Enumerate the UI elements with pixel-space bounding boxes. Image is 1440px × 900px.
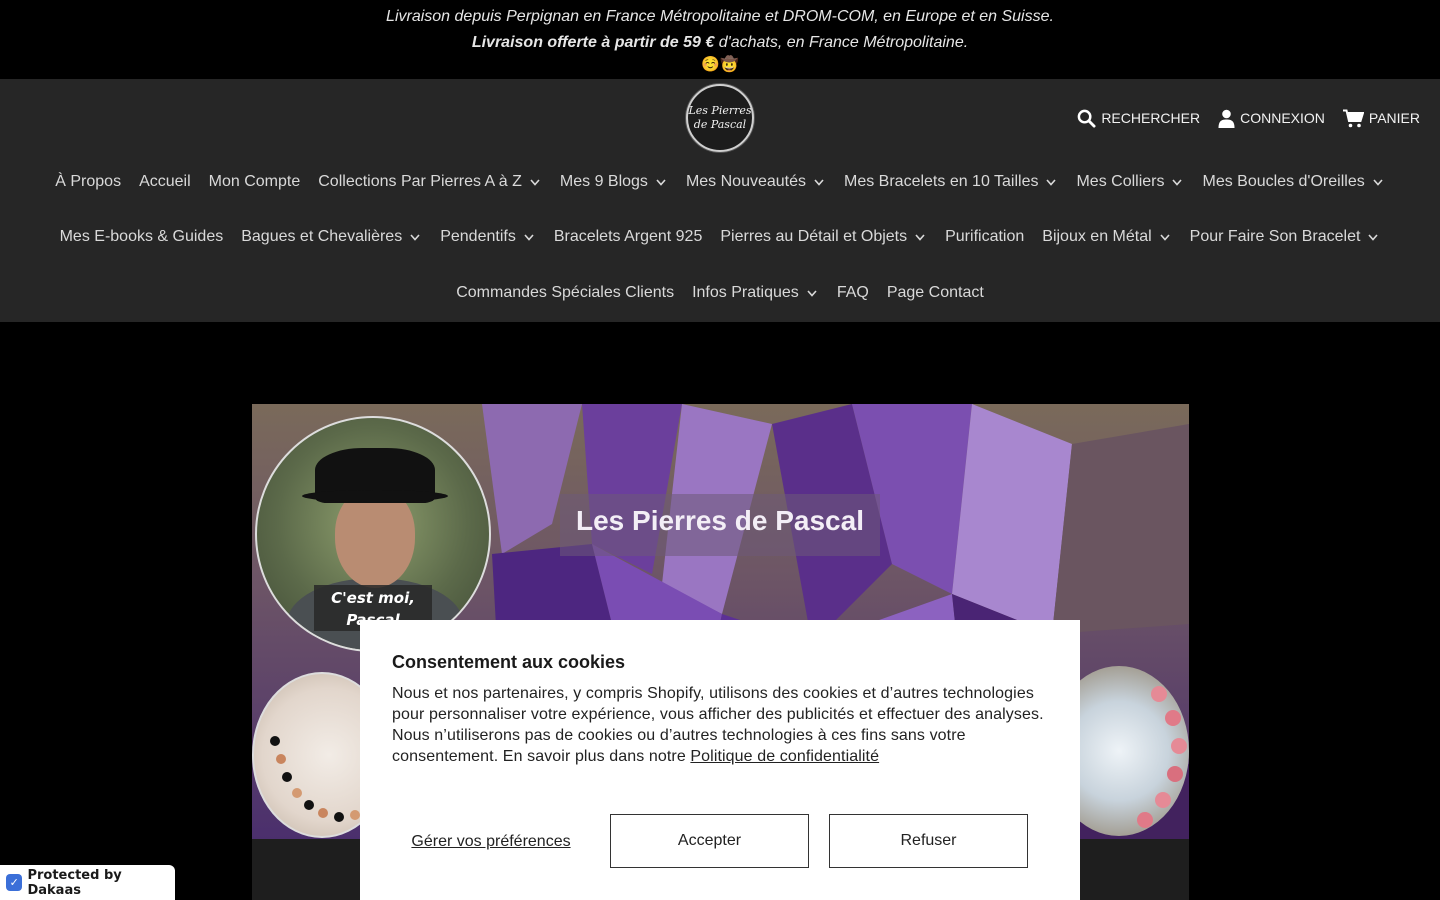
manage-preferences-link[interactable]: Gérer vos préférences xyxy=(392,832,590,851)
cookie-actions: Gérer vos préférences Accepter Refuser xyxy=(392,814,1048,868)
chevron-down-icon xyxy=(528,175,542,189)
chevron-down-icon xyxy=(1366,230,1380,244)
nav-item-bijoux-en-metal[interactable]: Bijoux en Métal xyxy=(1033,225,1180,249)
user-icon xyxy=(1218,109,1235,128)
site-logo[interactable]: Les Pierres de Pascal xyxy=(686,84,754,152)
chevron-down-icon xyxy=(812,175,826,189)
nav-item-label: Bijoux en Métal xyxy=(1042,228,1152,245)
chevron-down-icon xyxy=(1044,175,1058,189)
dakaas-badge[interactable]: ✓ Protected by Dakaas xyxy=(0,865,175,900)
nav-item-infos-pratiques[interactable]: Infos Pratiques xyxy=(683,281,828,305)
announcement-emojis: ☺️🤠 xyxy=(701,56,739,73)
nav-item-mes-boucles-d-oreilles[interactable]: Mes Boucles d'Oreilles xyxy=(1193,170,1393,194)
nav-item-label: Pour Faire Son Bracelet xyxy=(1189,228,1361,245)
chevron-down-icon xyxy=(1371,175,1385,189)
nav-item-pierres-au-detail-et-objets[interactable]: Pierres au Détail et Objets xyxy=(711,225,936,249)
nav-item-label: Commandes Spéciales Clients xyxy=(456,284,675,301)
nav-item-collections-par-pierres-a-a-z[interactable]: Collections Par Pierres A à Z xyxy=(309,170,551,194)
announcement-bar: Livraison depuis Perpignan en France Mét… xyxy=(0,0,1440,79)
announcement-free-shipping: Livraison offerte à partir de 59 € xyxy=(471,34,715,51)
nav-item-label: Collections Par Pierres A à Z xyxy=(318,173,522,190)
nav-item-label: Mes E-books & Guides xyxy=(59,228,224,245)
nav-item-label: Purification xyxy=(945,228,1025,245)
nav-item-accueil[interactable]: Accueil xyxy=(130,170,200,194)
cart-icon xyxy=(1342,109,1364,127)
search-label: RECHERCHER xyxy=(1101,110,1201,126)
nav-item-mes-9-blogs[interactable]: Mes 9 Blogs xyxy=(551,170,677,194)
cookie-consent-dialog: Consentement aux cookies Nous et nos par… xyxy=(360,620,1080,900)
nav-item-mes-e-books-guides[interactable]: Mes E-books & Guides xyxy=(51,225,233,249)
chevron-down-icon xyxy=(654,175,668,189)
cart-label: PANIER xyxy=(1368,110,1420,126)
search-icon xyxy=(1077,109,1096,128)
nav-item-label: À Propos xyxy=(55,173,122,190)
nav-item-label: Mes Bracelets en 10 Tailles xyxy=(844,173,1039,190)
main-nav-row-1: À Propos Accueil Mon Compte Collections Par… xyxy=(0,170,1440,194)
search-button[interactable]: RECHERCHER xyxy=(1077,106,1200,130)
nav-item-purification[interactable]: Purification xyxy=(936,225,1033,249)
main-nav-row-2: Mes E-books & Guides Bagues et Chevalière… xyxy=(0,225,1440,249)
nav-item-mon-compte[interactable]: Mon Compte xyxy=(200,170,310,194)
accept-cookies-button[interactable]: Accepter xyxy=(610,814,809,868)
nav-item-label: Mes Boucles d'Oreilles xyxy=(1202,173,1365,190)
cookie-body: Nous et nos partenaires, y compris Shopi… xyxy=(392,683,1048,767)
chevron-down-icon xyxy=(522,230,536,244)
nav-item-label: Bagues et Chevalières xyxy=(241,228,403,245)
login-button[interactable]: CONNEXION xyxy=(1218,106,1325,130)
nav-item-label: Mes Nouveautés xyxy=(685,173,806,190)
main-nav-row-3: Commandes Spéciales Clients Infos Pratiqu… xyxy=(0,281,1440,305)
refuse-cookies-button[interactable]: Refuser xyxy=(829,814,1028,868)
shield-icon: ✓ xyxy=(6,874,23,891)
nav-item-pendentifs[interactable]: Pendentifs xyxy=(431,225,545,249)
nav-item-label: Mes 9 Blogs xyxy=(559,173,648,190)
nav-item-commandes-speciales-clients[interactable]: Commandes Spéciales Clients xyxy=(447,281,683,305)
dakaas-label: Protected by Dakaas xyxy=(27,867,122,898)
header-actions: RECHERCHER CONNEXION PANIER xyxy=(1077,106,1420,130)
chevron-down-icon xyxy=(408,230,422,244)
nav-item-mes-colliers[interactable]: Mes Colliers xyxy=(1067,170,1193,194)
nav-item-faq[interactable]: FAQ xyxy=(828,281,878,305)
chevron-down-icon xyxy=(1158,230,1172,244)
nav-item-page-contact[interactable]: Page Contact xyxy=(878,281,993,305)
site-header: Les Pierres de Pascal RECHERCHER CONNEXI… xyxy=(0,79,1440,322)
nav-item-label: Mon Compte xyxy=(208,173,301,190)
logo-line-1: Les Pierres xyxy=(688,104,752,117)
nav-item-pour-faire-son-bracelet[interactable]: Pour Faire Son Bracelet xyxy=(1181,225,1390,249)
nav-item-label: Mes Colliers xyxy=(1076,173,1165,190)
nav-item-label: Accueil xyxy=(139,173,191,190)
chevron-down-icon xyxy=(1170,175,1184,189)
nav-item-label: Page Contact xyxy=(886,284,984,301)
nav-item-label: Pierres au Détail et Objets xyxy=(720,228,908,245)
nav-item-mes-nouveautes[interactable]: Mes Nouveautés xyxy=(677,170,835,194)
nav-item-bracelets-argent-925[interactable]: Bracelets Argent 925 xyxy=(545,225,712,249)
announcement-line-2: Livraison offerte à partir de 59 € d'ach… xyxy=(0,30,1440,56)
cart-button[interactable]: PANIER xyxy=(1342,106,1420,130)
announcement-line-2-rest: d'achats, en France Métropolitaine. xyxy=(714,34,969,51)
chevron-down-icon xyxy=(913,230,927,244)
announcement-line-1: Livraison depuis Perpignan en France Mét… xyxy=(386,8,1054,25)
nav-item-bagues-et-chevalieres[interactable]: Bagues et Chevalières xyxy=(232,225,431,249)
caption-line-1: C'est moi, xyxy=(331,589,415,607)
hero-title: Les Pierres de Pascal xyxy=(576,505,864,536)
login-label: CONNEXION xyxy=(1240,110,1325,126)
logo-line-2: de Pascal xyxy=(693,118,747,131)
cookie-title: Consentement aux cookies xyxy=(392,652,626,672)
nav-item-label: Bracelets Argent 925 xyxy=(553,228,703,245)
privacy-policy-link[interactable]: Politique de confidentialité xyxy=(690,748,879,765)
chevron-down-icon xyxy=(805,286,819,300)
nav-item-label: Infos Pratiques xyxy=(692,284,799,301)
nav-item-a-propos[interactable]: À Propos xyxy=(46,170,130,194)
nav-item-label: Pendentifs xyxy=(440,228,516,245)
nav-item-label: FAQ xyxy=(836,284,869,301)
nav-item-mes-bracelets-en-10-tailles[interactable]: Mes Bracelets en 10 Tailles xyxy=(835,170,1067,194)
